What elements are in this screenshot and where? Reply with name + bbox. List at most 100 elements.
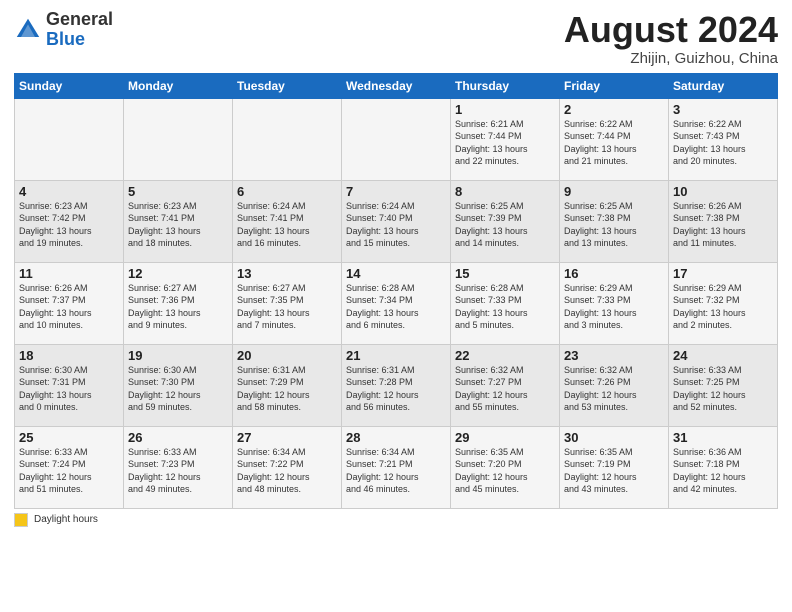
calendar-cell: 23Sunrise: 6:32 AM Sunset: 7:26 PM Dayli… — [560, 344, 669, 426]
day-number: 17 — [673, 266, 773, 281]
day-info: Sunrise: 6:23 AM Sunset: 7:41 PM Dayligh… — [128, 200, 228, 250]
calendar-cell — [342, 98, 451, 180]
calendar-day-header: Friday — [560, 73, 669, 98]
calendar-cell: 3Sunrise: 6:22 AM Sunset: 7:43 PM Daylig… — [669, 98, 778, 180]
day-info: Sunrise: 6:36 AM Sunset: 7:18 PM Dayligh… — [673, 446, 773, 496]
calendar-cell: 22Sunrise: 6:32 AM Sunset: 7:27 PM Dayli… — [451, 344, 560, 426]
day-info: Sunrise: 6:34 AM Sunset: 7:21 PM Dayligh… — [346, 446, 446, 496]
calendar-cell: 4Sunrise: 6:23 AM Sunset: 7:42 PM Daylig… — [15, 180, 124, 262]
calendar-cell: 28Sunrise: 6:34 AM Sunset: 7:21 PM Dayli… — [342, 426, 451, 508]
day-info: Sunrise: 6:26 AM Sunset: 7:37 PM Dayligh… — [19, 282, 119, 332]
day-info: Sunrise: 6:27 AM Sunset: 7:36 PM Dayligh… — [128, 282, 228, 332]
calendar-cell: 24Sunrise: 6:33 AM Sunset: 7:25 PM Dayli… — [669, 344, 778, 426]
month-year: August 2024 — [564, 10, 778, 50]
calendar-cell: 27Sunrise: 6:34 AM Sunset: 7:22 PM Dayli… — [233, 426, 342, 508]
calendar-cell: 1Sunrise: 6:21 AM Sunset: 7:44 PM Daylig… — [451, 98, 560, 180]
day-info: Sunrise: 6:33 AM Sunset: 7:24 PM Dayligh… — [19, 446, 119, 496]
day-info: Sunrise: 6:24 AM Sunset: 7:41 PM Dayligh… — [237, 200, 337, 250]
day-number: 25 — [19, 430, 119, 445]
day-info: Sunrise: 6:35 AM Sunset: 7:19 PM Dayligh… — [564, 446, 664, 496]
day-info: Sunrise: 6:32 AM Sunset: 7:26 PM Dayligh… — [564, 364, 664, 414]
calendar-cell: 20Sunrise: 6:31 AM Sunset: 7:29 PM Dayli… — [233, 344, 342, 426]
day-info: Sunrise: 6:33 AM Sunset: 7:23 PM Dayligh… — [128, 446, 228, 496]
day-info: Sunrise: 6:26 AM Sunset: 7:38 PM Dayligh… — [673, 200, 773, 250]
calendar-day-header: Wednesday — [342, 73, 451, 98]
day-number: 15 — [455, 266, 555, 281]
day-number: 24 — [673, 348, 773, 363]
calendar-header-row: SundayMondayTuesdayWednesdayThursdayFrid… — [15, 73, 778, 98]
calendar-cell: 15Sunrise: 6:28 AM Sunset: 7:33 PM Dayli… — [451, 262, 560, 344]
logo: General Blue — [14, 10, 113, 50]
day-number: 27 — [237, 430, 337, 445]
title-block: August 2024 Zhijin, Guizhou, China — [564, 10, 778, 67]
day-number: 20 — [237, 348, 337, 363]
day-number: 2 — [564, 102, 664, 117]
calendar-week-row: 4Sunrise: 6:23 AM Sunset: 7:42 PM Daylig… — [15, 180, 778, 262]
day-info: Sunrise: 6:21 AM Sunset: 7:44 PM Dayligh… — [455, 118, 555, 168]
day-number: 16 — [564, 266, 664, 281]
calendar-cell — [15, 98, 124, 180]
calendar-cell: 10Sunrise: 6:26 AM Sunset: 7:38 PM Dayli… — [669, 180, 778, 262]
calendar-cell: 26Sunrise: 6:33 AM Sunset: 7:23 PM Dayli… — [124, 426, 233, 508]
calendar-cell: 17Sunrise: 6:29 AM Sunset: 7:32 PM Dayli… — [669, 262, 778, 344]
calendar-week-row: 25Sunrise: 6:33 AM Sunset: 7:24 PM Dayli… — [15, 426, 778, 508]
calendar-cell: 11Sunrise: 6:26 AM Sunset: 7:37 PM Dayli… — [15, 262, 124, 344]
calendar-cell: 19Sunrise: 6:30 AM Sunset: 7:30 PM Dayli… — [124, 344, 233, 426]
calendar-cell: 2Sunrise: 6:22 AM Sunset: 7:44 PM Daylig… — [560, 98, 669, 180]
day-number: 28 — [346, 430, 446, 445]
day-info: Sunrise: 6:33 AM Sunset: 7:25 PM Dayligh… — [673, 364, 773, 414]
day-info: Sunrise: 6:22 AM Sunset: 7:43 PM Dayligh… — [673, 118, 773, 168]
day-info: Sunrise: 6:28 AM Sunset: 7:34 PM Dayligh… — [346, 282, 446, 332]
day-number: 13 — [237, 266, 337, 281]
day-info: Sunrise: 6:29 AM Sunset: 7:33 PM Dayligh… — [564, 282, 664, 332]
calendar-table: SundayMondayTuesdayWednesdayThursdayFrid… — [14, 73, 778, 509]
logo-general-text: General — [46, 9, 113, 29]
calendar-day-header: Sunday — [15, 73, 124, 98]
day-number: 26 — [128, 430, 228, 445]
day-number: 7 — [346, 184, 446, 199]
calendar-cell: 5Sunrise: 6:23 AM Sunset: 7:41 PM Daylig… — [124, 180, 233, 262]
calendar-day-header: Thursday — [451, 73, 560, 98]
calendar-cell: 18Sunrise: 6:30 AM Sunset: 7:31 PM Dayli… — [15, 344, 124, 426]
day-info: Sunrise: 6:27 AM Sunset: 7:35 PM Dayligh… — [237, 282, 337, 332]
calendar-week-row: 18Sunrise: 6:30 AM Sunset: 7:31 PM Dayli… — [15, 344, 778, 426]
day-number: 10 — [673, 184, 773, 199]
day-number: 6 — [237, 184, 337, 199]
day-info: Sunrise: 6:23 AM Sunset: 7:42 PM Dayligh… — [19, 200, 119, 250]
calendar-cell: 31Sunrise: 6:36 AM Sunset: 7:18 PM Dayli… — [669, 426, 778, 508]
day-info: Sunrise: 6:25 AM Sunset: 7:39 PM Dayligh… — [455, 200, 555, 250]
day-number: 21 — [346, 348, 446, 363]
day-number: 3 — [673, 102, 773, 117]
day-info: Sunrise: 6:31 AM Sunset: 7:28 PM Dayligh… — [346, 364, 446, 414]
calendar-week-row: 11Sunrise: 6:26 AM Sunset: 7:37 PM Dayli… — [15, 262, 778, 344]
day-number: 18 — [19, 348, 119, 363]
calendar-cell: 29Sunrise: 6:35 AM Sunset: 7:20 PM Dayli… — [451, 426, 560, 508]
day-number: 9 — [564, 184, 664, 199]
day-number: 29 — [455, 430, 555, 445]
day-number: 12 — [128, 266, 228, 281]
calendar-cell: 21Sunrise: 6:31 AM Sunset: 7:28 PM Dayli… — [342, 344, 451, 426]
calendar-cell: 6Sunrise: 6:24 AM Sunset: 7:41 PM Daylig… — [233, 180, 342, 262]
day-number: 23 — [564, 348, 664, 363]
day-number: 14 — [346, 266, 446, 281]
day-number: 31 — [673, 430, 773, 445]
calendar-cell — [124, 98, 233, 180]
day-info: Sunrise: 6:31 AM Sunset: 7:29 PM Dayligh… — [237, 364, 337, 414]
calendar-cell: 30Sunrise: 6:35 AM Sunset: 7:19 PM Dayli… — [560, 426, 669, 508]
day-number: 19 — [128, 348, 228, 363]
location: Zhijin, Guizhou, China — [564, 50, 778, 67]
legend-box — [14, 513, 28, 527]
main-container: General Blue August 2024 Zhijin, Guizhou… — [0, 0, 792, 535]
calendar-week-row: 1Sunrise: 6:21 AM Sunset: 7:44 PM Daylig… — [15, 98, 778, 180]
day-info: Sunrise: 6:25 AM Sunset: 7:38 PM Dayligh… — [564, 200, 664, 250]
day-number: 8 — [455, 184, 555, 199]
calendar-day-header: Saturday — [669, 73, 778, 98]
day-info: Sunrise: 6:30 AM Sunset: 7:30 PM Dayligh… — [128, 364, 228, 414]
calendar-day-header: Monday — [124, 73, 233, 98]
day-number: 1 — [455, 102, 555, 117]
day-info: Sunrise: 6:30 AM Sunset: 7:31 PM Dayligh… — [19, 364, 119, 414]
calendar-cell: 25Sunrise: 6:33 AM Sunset: 7:24 PM Dayli… — [15, 426, 124, 508]
day-number: 30 — [564, 430, 664, 445]
day-info: Sunrise: 6:28 AM Sunset: 7:33 PM Dayligh… — [455, 282, 555, 332]
calendar-day-header: Tuesday — [233, 73, 342, 98]
